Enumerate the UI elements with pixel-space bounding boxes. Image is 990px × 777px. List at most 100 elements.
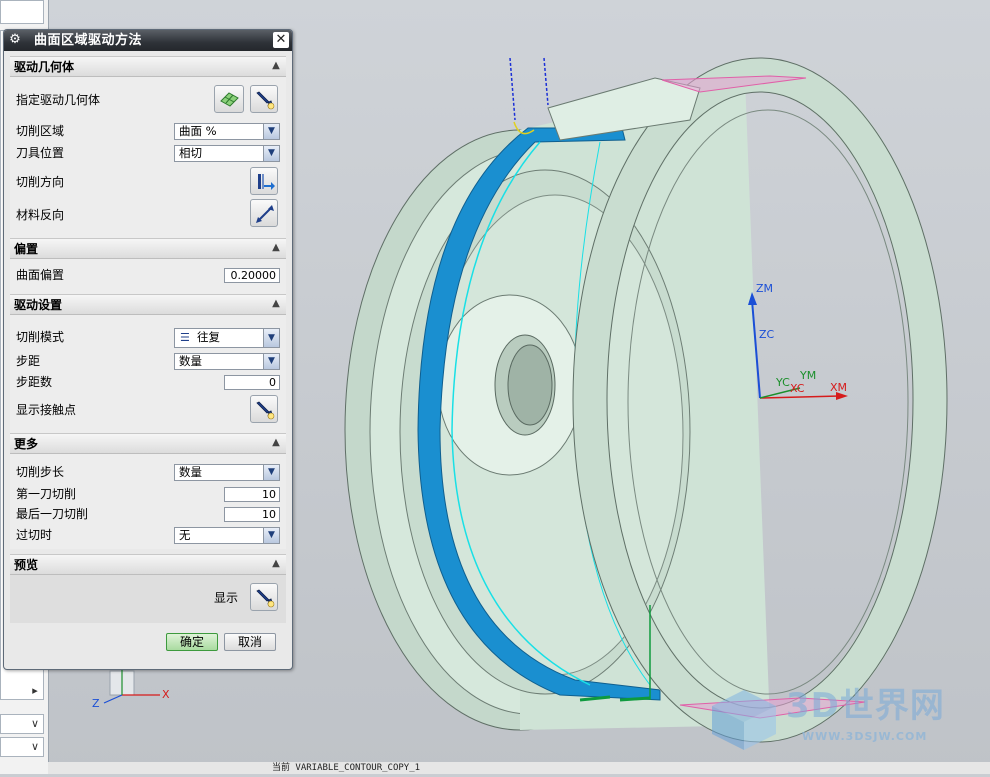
- dropdown-arrow-icon[interactable]: ▼: [263, 124, 279, 139]
- overcut-label: 过切时: [16, 528, 53, 542]
- ok-button[interactable]: 确定: [166, 633, 218, 651]
- cut-direction-button[interactable]: [250, 167, 278, 195]
- first-cut-input[interactable]: 10: [224, 487, 280, 502]
- cut-area-select[interactable]: 曲面 % ▼: [174, 123, 280, 140]
- cut-area-label: 切削区域: [16, 124, 65, 138]
- group-body: 切削模式 ☰ 往复 ▼ 步距 数量 ▼ 步距数 0 显示接触点: [10, 315, 286, 434]
- cube-logo-icon: [712, 690, 776, 750]
- cut-step-value: 数量: [179, 465, 202, 479]
- collapse-icon[interactable]: ▲: [269, 241, 283, 255]
- watermark: 3D世界网 WWW.3DSJW.COM: [706, 686, 976, 752]
- collapse-icon[interactable]: ▲: [269, 59, 283, 73]
- group-preview: 预览 ▲ 显示: [10, 554, 286, 624]
- dialog-titlebar[interactable]: ⚙ 曲面区域驱动方法 ✕: [4, 30, 292, 51]
- group-body: 指定驱动几何体 切削区域 曲面 % ▼ 刀具位置 相切 ▼ 切削方向 材料反向: [10, 77, 286, 240]
- collapse-icon[interactable]: ▲: [269, 436, 283, 450]
- flashlight-icon: [256, 91, 275, 110]
- group-title: 偏置: [14, 242, 39, 256]
- show-contact-button[interactable]: [250, 395, 278, 423]
- cut-pattern-label: 切削模式: [16, 330, 65, 344]
- triad-cube-icon: [103, 669, 160, 704]
- material-reverse-button[interactable]: [250, 199, 278, 227]
- surface-area-drive-dialog: ⚙ 曲面区域驱动方法 ✕ 驱动几何体 ▲ 指定驱动几何体 切削区域 曲面 % ▼…: [3, 29, 293, 670]
- cancel-button[interactable]: 取消: [224, 633, 276, 651]
- dropdown-arrow-icon[interactable]: ▼: [263, 329, 279, 347]
- stepover-label: 步距: [16, 354, 41, 368]
- overcut-select[interactable]: 无 ▼: [174, 527, 280, 544]
- dropdown-arrow-icon[interactable]: ▼: [263, 146, 279, 161]
- group-more: 更多 ▲ 切削步长 数量 ▼ 第一刀切削 10 最后一刀切削 10 过切时 无 …: [10, 433, 286, 549]
- surface-offset-input[interactable]: 0.20000: [224, 268, 280, 283]
- group-title: 预览: [14, 558, 39, 572]
- view-triad: Z X: [92, 665, 172, 715]
- surface-grid-icon: [220, 92, 239, 107]
- group-header-more[interactable]: 更多 ▲: [10, 433, 286, 454]
- flashlight-icon: [256, 589, 275, 608]
- tool-position-select[interactable]: 相切 ▼: [174, 145, 280, 162]
- zigzag-icon: ☰: [180, 331, 190, 344]
- cut-pattern-select[interactable]: ☰ 往复 ▼: [174, 328, 280, 348]
- first-cut-label: 第一刀切削: [16, 487, 77, 501]
- dropdown-arrow-icon[interactable]: ▼: [263, 354, 279, 369]
- cut-direction-icon: [258, 174, 275, 190]
- close-icon[interactable]: ✕: [273, 32, 289, 48]
- stepover-select[interactable]: 数量 ▼: [174, 353, 280, 370]
- gear-icon[interactable]: ⚙: [8, 33, 22, 47]
- group-title: 驱动设置: [14, 298, 63, 312]
- dialog-title: 曲面区域驱动方法: [34, 33, 143, 48]
- cut-pattern-value: 往复: [197, 330, 220, 344]
- overcut-value: 无: [179, 528, 191, 542]
- material-reverse-label: 材料反向: [16, 208, 65, 222]
- watermark-url: WWW.3DSJW.COM: [802, 730, 928, 743]
- cut-step-select[interactable]: 数量 ▼: [174, 464, 280, 481]
- group-header-preview[interactable]: 预览 ▲: [10, 554, 286, 575]
- dropdown-arrow-icon[interactable]: ▼: [263, 528, 279, 543]
- axis-label-xc: XC: [790, 382, 805, 395]
- group-title: 更多: [14, 437, 39, 451]
- group-title: 驱动几何体: [14, 60, 75, 74]
- collapse-icon[interactable]: ▲: [269, 297, 283, 311]
- show-contact-label: 显示接触点: [16, 403, 77, 417]
- last-cut-input[interactable]: 10: [224, 507, 280, 522]
- dropdown-arrow-icon[interactable]: ▼: [263, 465, 279, 480]
- status-bar: 当前 VARIABLE_CONTOUR_COPY_1: [48, 762, 990, 774]
- group-body: 曲面偏置 0.20000: [10, 259, 286, 294]
- group-offset: 偏置 ▲ 曲面偏置 0.20000: [10, 238, 286, 294]
- last-cut-label: 最后一刀切削: [16, 507, 89, 521]
- axis-label-ym: YM: [800, 369, 817, 382]
- group-drive-geometry: 驱动几何体 ▲ 指定驱动几何体 切削区域 曲面 % ▼ 刀具位置 相切 ▼ 切削…: [10, 56, 286, 242]
- tool-position-value: 相切: [179, 146, 202, 160]
- select-drive-geometry-button[interactable]: [214, 85, 244, 113]
- navigator-top-box[interactable]: [0, 0, 44, 24]
- flashlight-icon: [256, 401, 275, 420]
- display-label: 显示: [214, 591, 239, 605]
- group-header-offset[interactable]: 偏置 ▲: [10, 238, 286, 259]
- display-preview-button[interactable]: [250, 583, 278, 611]
- watermark-logo: 3D世界网: [786, 686, 945, 726]
- display-drive-geometry-button[interactable]: [250, 85, 278, 113]
- axis-label-yc: YC: [776, 376, 790, 389]
- group-header-drive-geometry[interactable]: 驱动几何体 ▲: [10, 56, 286, 77]
- reverse-arrows-icon: [256, 205, 274, 223]
- collapse-icon[interactable]: ▲: [269, 557, 283, 571]
- surface-offset-label: 曲面偏置: [16, 268, 65, 282]
- cut-direction-label: 切削方向: [16, 175, 65, 189]
- stepover-value: 数量: [179, 354, 202, 368]
- cut-area-value: 曲面 %: [179, 124, 217, 138]
- group-header-drive-settings[interactable]: 驱动设置 ▲: [10, 294, 286, 315]
- specify-drive-geometry-label: 指定驱动几何体: [16, 93, 101, 107]
- triad-label-z: Z: [92, 697, 100, 710]
- stepover-count-label: 步距数: [16, 375, 53, 389]
- axis-label-zm: ZM: [756, 282, 774, 295]
- axis-label-zc: ZC: [759, 328, 775, 341]
- axis-label-xm: XM: [830, 381, 848, 394]
- scroll-right-icon[interactable]: ▸: [26, 682, 44, 700]
- cut-step-label: 切削步长: [16, 465, 65, 479]
- stepover-count-input[interactable]: 0: [224, 375, 280, 390]
- chevron-down-icon[interactable]: ∨: [26, 738, 44, 756]
- group-body: 切削步长 数量 ▼ 第一刀切削 10 最后一刀切削 10 过切时 无 ▼: [10, 454, 286, 549]
- triad-label-x: X: [162, 688, 170, 701]
- group-drive-settings: 驱动设置 ▲ 切削模式 ☰ 往复 ▼ 步距 数量 ▼ 步距数 0 显示接触点: [10, 294, 286, 434]
- chevron-down-icon[interactable]: ∨: [26, 715, 44, 733]
- tool-position-label: 刀具位置: [16, 146, 65, 160]
